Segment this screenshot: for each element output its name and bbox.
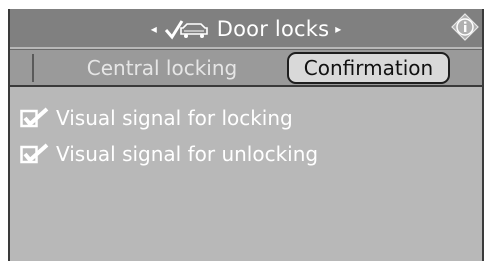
- checkbox-checked-icon[interactable]: [20, 107, 50, 129]
- title-bar: ◂ Door locks ▸: [10, 9, 482, 47]
- tab-bar: Central locking Confirmation: [10, 49, 482, 87]
- option-visual-signal-locking[interactable]: Visual signal for locking: [20, 103, 293, 133]
- checkbox-checked-icon[interactable]: [20, 143, 50, 165]
- car-lock-icon: [164, 20, 208, 40]
- arrow-left-icon[interactable]: ◂: [151, 23, 157, 35]
- tab-divider: [32, 54, 34, 82]
- option-visual-signal-unlocking[interactable]: Visual signal for unlocking: [20, 139, 318, 169]
- arrow-right-icon[interactable]: ▸: [335, 23, 341, 35]
- info-icon[interactable]: [450, 12, 480, 42]
- option-label: Visual signal for locking: [56, 106, 293, 130]
- idrive-screen: ◂ Door locks ▸ Central locking Confirmat…: [8, 9, 484, 261]
- page-title: Door locks: [216, 17, 330, 41]
- tab-confirmation[interactable]: Confirmation: [287, 52, 450, 84]
- option-label: Visual signal for unlocking: [56, 142, 319, 166]
- options-list: Visual signal for locking Visual signal …: [10, 89, 482, 261]
- title-group: ◂ Door locks ▸: [10, 15, 482, 43]
- tab-central-locking[interactable]: Central locking: [46, 53, 278, 83]
